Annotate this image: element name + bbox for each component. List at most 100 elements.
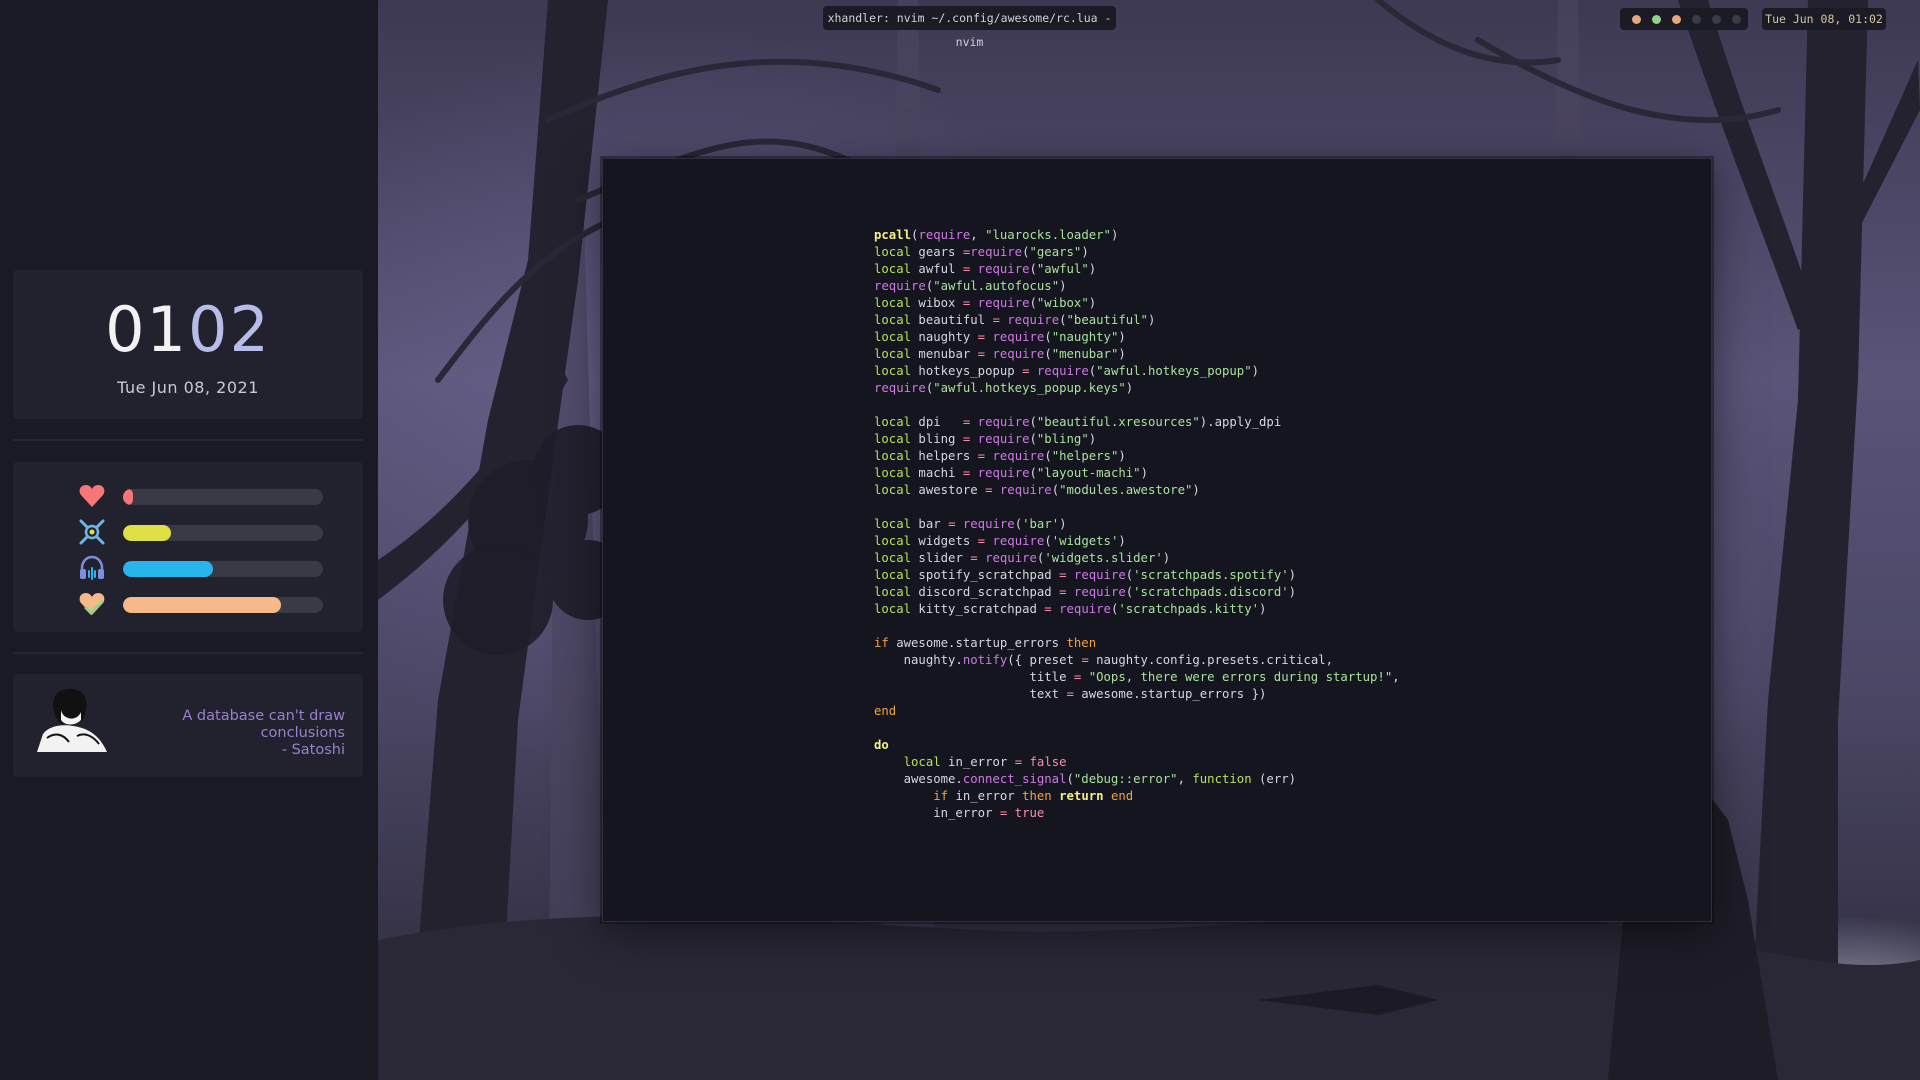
code-token: pcall: [874, 228, 912, 242]
code-token: notify: [962, 653, 1008, 667]
code-token: then: [1066, 636, 1097, 650]
tray-icon[interactable]: [1632, 15, 1641, 24]
code-token: awestore: [911, 483, 986, 497]
code-line: require("awful.autofocus"): [874, 278, 1400, 295]
code-token: if: [874, 636, 889, 650]
code-token: ): [1088, 432, 1097, 446]
code-token: (: [1029, 262, 1037, 276]
topbar-clock[interactable]: Tue Jun 08, 01:02: [1762, 8, 1886, 30]
code-line: local slider = require('widgets.slider'): [874, 550, 1400, 567]
code-token: require: [1073, 568, 1126, 582]
code-line: local discord_scratchpad = require('scra…: [874, 584, 1400, 601]
code-line: local beautiful = require("beautiful"): [874, 312, 1400, 329]
code-token: require: [999, 483, 1052, 497]
code-token: =: [1022, 364, 1030, 378]
code-line: local bar = require('bar'): [874, 516, 1400, 533]
code-token: (: [1044, 330, 1052, 344]
code-token: "awful.autofocus": [933, 279, 1060, 293]
code-line: awesome.connect_signal("debug::error", f…: [874, 771, 1400, 788]
tray-icon[interactable]: [1692, 15, 1701, 24]
code-token: require: [874, 381, 926, 395]
code-token: slider: [911, 551, 971, 565]
code-token: ): [1081, 245, 1089, 259]
code-token: (: [1022, 245, 1030, 259]
code-token: =: [1044, 602, 1052, 616]
code-token: ({ preset: [1007, 653, 1082, 667]
nvim-editor-window[interactable]: pcall(require, "luarocks.loader") local g…: [602, 158, 1712, 922]
tray-icon[interactable]: [1732, 15, 1741, 24]
window-title[interactable]: xhandler: nvim ~/.config/awesome/rc.lua …: [823, 6, 1116, 49]
code-token: require: [1007, 313, 1060, 327]
code-token: ): [1088, 262, 1097, 276]
code-token: local: [874, 449, 912, 463]
code-token: (: [1044, 449, 1052, 463]
clock-minute: 02: [188, 293, 271, 366]
code-token: local: [874, 347, 912, 361]
code-token: 'widgets': [1051, 534, 1119, 548]
code-token: local: [874, 313, 912, 327]
code-token: local: [874, 534, 912, 548]
stat-row-volume: [65, 554, 325, 582]
tray-icon[interactable]: [1652, 15, 1661, 24]
code-token: (: [1044, 534, 1052, 548]
code-token: (: [1029, 432, 1037, 446]
code-token: naughty.config.presets.critical,: [1088, 653, 1334, 667]
health-bar[interactable]: [123, 489, 323, 505]
code-buffer[interactable]: pcall(require, "luarocks.loader") local g…: [874, 227, 1400, 822]
code-token: require: [977, 466, 1030, 480]
code-line: require("awful.hotkeys_popup.keys"): [874, 380, 1400, 397]
cpu-bar[interactable]: [123, 525, 323, 541]
code-token: local: [874, 432, 912, 446]
quote-author: - Satoshi: [281, 742, 345, 758]
code-token: =: [1059, 585, 1067, 599]
code-token: require: [977, 296, 1030, 310]
code-token: (: [1044, 347, 1052, 361]
code-token: (: [1051, 483, 1060, 497]
stat-row-health: [65, 482, 325, 510]
code-token: "awful": [1036, 262, 1089, 276]
code-token: =: [977, 449, 986, 463]
headphones-icon: [78, 554, 106, 582]
system-stats-widget: [13, 462, 363, 632]
code-token: discord_scratchpad: [911, 585, 1060, 599]
code-token: ,: [1177, 772, 1193, 786]
code-token: "bling": [1036, 432, 1089, 446]
code-token: (: [1059, 313, 1067, 327]
code-token: ): [1288, 568, 1297, 582]
volume-bar-fill: [123, 561, 213, 577]
tray-icon[interactable]: [1672, 15, 1681, 24]
code-token: in_error: [874, 806, 1000, 820]
code-line: local helpers = require("helpers"): [874, 448, 1400, 465]
code-token: "naughty": [1051, 330, 1119, 344]
memory-bar[interactable]: [123, 597, 323, 613]
code-token: text: [874, 687, 1067, 701]
code-token: require: [992, 347, 1045, 361]
code-token: local: [874, 551, 912, 565]
code-token: local: [874, 568, 912, 582]
code-line: local wibox = require("wibox"): [874, 295, 1400, 312]
volume-bar[interactable]: [123, 561, 323, 577]
code-token: naughty: [911, 330, 978, 344]
code-line: end: [874, 703, 1400, 720]
code-token: =: [1066, 687, 1074, 701]
code-line: local gears =require("gears"): [874, 244, 1400, 261]
code-token: =: [1081, 653, 1089, 667]
divider: [13, 439, 363, 441]
code-token: ): [1118, 347, 1126, 361]
code-token: =: [992, 313, 1000, 327]
code-token: =: [1014, 755, 1023, 769]
quote-widget: A database can't draw conclusions - Sato…: [13, 674, 363, 777]
code-token: ): [1251, 364, 1260, 378]
code-token: bling: [911, 432, 963, 446]
code-token: ): [1140, 466, 1148, 480]
code-token: "debug::error": [1073, 772, 1178, 786]
code-token: require: [977, 415, 1030, 429]
tray-icon[interactable]: [1712, 15, 1721, 24]
code-token: in_error: [940, 755, 1015, 769]
